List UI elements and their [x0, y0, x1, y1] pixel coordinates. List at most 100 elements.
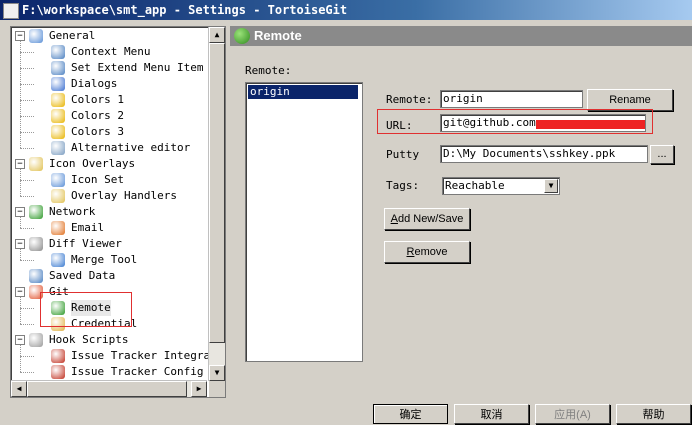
- chevron-down-icon[interactable]: ▼: [544, 179, 558, 193]
- scroll-up-arrow-icon[interactable]: ▲: [209, 27, 225, 43]
- tree-item-saved-data[interactable]: Saved Data: [11, 268, 207, 284]
- tree-item-colors-3[interactable]: Colors 3: [11, 124, 207, 140]
- collapse-toggle-icon[interactable]: −: [15, 335, 25, 345]
- tree-item-label: Diff Viewer: [49, 237, 122, 250]
- putty-key-input[interactable]: D:\My Documents\sshkey.ppk: [440, 145, 648, 163]
- ok-button[interactable]: 确定: [373, 404, 448, 424]
- rename-button[interactable]: Rename: [587, 89, 673, 111]
- bug-icon: [51, 349, 65, 363]
- tree-item-label: Network: [49, 205, 96, 218]
- tree-connector: [20, 132, 34, 133]
- tree-connector: [20, 84, 34, 85]
- remove-button[interactable]: Remove: [384, 241, 470, 263]
- scroll-corner: [209, 381, 225, 397]
- tree-item-label: Set Extend Menu Item: [71, 61, 204, 74]
- scroll-right-arrow-icon[interactable]: ▶: [191, 381, 207, 397]
- remote-list-item[interactable]: origin: [248, 85, 358, 99]
- title-bar: F:\workspace\smt_app - Settings - Tortoi…: [0, 0, 692, 20]
- tree-item-general[interactable]: − General: [11, 28, 207, 44]
- tree-item-label: Colors 3: [71, 125, 124, 138]
- redaction-mark: [536, 120, 645, 129]
- h-scroll-thumb[interactable]: [27, 381, 187, 397]
- tree-item-label: Icon Overlays: [49, 157, 136, 170]
- help-button[interactable]: 帮助: [616, 404, 691, 424]
- tree-item-issue-tracker-config[interactable]: Issue Tracker Config: [11, 364, 207, 380]
- tags-select[interactable]: Reachable ▼: [442, 177, 560, 195]
- globe-icon: [234, 28, 250, 44]
- tree-connector: [20, 196, 34, 197]
- putty-label: Putty: [386, 148, 420, 161]
- scroll-thumb[interactable]: [209, 43, 225, 343]
- tree-item-icon-set[interactable]: Icon Set: [11, 172, 207, 188]
- remote-list[interactable]: origin: [245, 82, 363, 362]
- tree-connector: [20, 228, 34, 229]
- tree-connector: [20, 324, 34, 325]
- collapse-toggle-icon[interactable]: −: [15, 207, 25, 217]
- remove-label: emove: [414, 246, 448, 258]
- paint-brush-icon: [51, 109, 65, 123]
- settings-tree[interactable]: Issue Tracker Config Issue Tracker Integr…: [10, 26, 226, 398]
- add-new-save-button[interactable]: Add New/Save: [384, 208, 470, 230]
- tortoisegit-app-icon: [3, 3, 19, 19]
- annotation-box-remote: [40, 292, 132, 327]
- tree-connector: [20, 100, 34, 101]
- tree-item-issue-tracker-integrat[interactable]: Issue Tracker Integrat: [11, 348, 217, 364]
- tree-connector: [20, 260, 34, 261]
- tree-item-label: Issue Tracker Integrat: [71, 349, 217, 362]
- scroll-left-arrow-icon[interactable]: ◀: [11, 381, 27, 397]
- bug-icon: [51, 365, 65, 379]
- folder-icon: [29, 157, 43, 171]
- gear-icon: [51, 61, 65, 75]
- tree-item-label: Colors 1: [71, 93, 124, 106]
- tree-connector: [20, 308, 34, 309]
- tags-select-value: Reachable: [445, 179, 505, 192]
- remote-name-input[interactable]: origin: [440, 90, 583, 108]
- collapse-toggle-icon[interactable]: −: [15, 287, 25, 297]
- tree-connector: [20, 148, 34, 149]
- url-label: URL:: [386, 119, 413, 132]
- url-value: git@github.com:: [443, 116, 543, 129]
- collapse-toggle-icon[interactable]: −: [15, 159, 25, 169]
- merge-icon: [51, 253, 65, 267]
- cancel-button[interactable]: 取消: [454, 404, 529, 424]
- diff-icon: [29, 237, 43, 251]
- collapse-toggle-icon[interactable]: −: [15, 31, 25, 41]
- icon-set-icon: [51, 173, 65, 187]
- scroll-down-arrow-icon[interactable]: ▼: [209, 365, 225, 381]
- tree-item-context-menu[interactable]: Context Menu: [11, 44, 207, 60]
- add-new-save-mnemonic: A: [390, 213, 398, 225]
- tree-item-alternative-editor[interactable]: Alternative editor: [11, 140, 207, 156]
- wrench-icon: [29, 29, 43, 43]
- tree-item-hook-scripts[interactable]: − Hook Scripts: [11, 332, 207, 348]
- tree-item-label: Hook Scripts: [49, 333, 129, 346]
- tree-item-label: Dialogs: [71, 77, 118, 90]
- tree-item-dialogs[interactable]: Dialogs: [11, 76, 207, 92]
- tree-item-set-extend-menu-item[interactable]: Set Extend Menu Item: [11, 60, 207, 76]
- url-input[interactable]: git@github.com:: [440, 114, 646, 132]
- tree-horizontal-scrollbar[interactable]: ◀ ▶: [11, 380, 207, 397]
- tree-item-overlay-handlers[interactable]: Overlay Handlers: [11, 188, 207, 204]
- tree-item-diff-viewer[interactable]: − Diff Viewer: [11, 236, 207, 252]
- tags-label: Tags:: [386, 179, 420, 192]
- tree-item-label: Icon Set: [71, 173, 124, 186]
- collapse-toggle-icon[interactable]: −: [15, 239, 25, 249]
- tree-connector: [20, 356, 34, 357]
- tree-item-email[interactable]: Email: [11, 220, 207, 236]
- tree-item-network[interactable]: − Network: [11, 204, 207, 220]
- tree-item-label: General: [49, 29, 96, 42]
- tree-item-colors-2[interactable]: Colors 2: [11, 108, 207, 124]
- browse-button[interactable]: ...: [650, 145, 674, 164]
- tree-connector: [20, 372, 34, 373]
- tree-vertical-scrollbar[interactable]: ▲ ▼: [208, 27, 225, 381]
- tree-item-label: Saved Data: [49, 269, 116, 282]
- tree-item-label: Alternative editor: [71, 141, 191, 154]
- folder-icon: [51, 189, 65, 203]
- tree-item-colors-1[interactable]: Colors 1: [11, 92, 207, 108]
- remote-list-label: Remote:: [245, 64, 292, 77]
- tree-item-merge-tool[interactable]: Merge Tool: [11, 252, 207, 268]
- apply-button[interactable]: 应用(A): [535, 404, 610, 424]
- panel-title: Remote: [254, 28, 302, 43]
- magnifier-icon: [51, 141, 65, 155]
- tree-item-icon-overlays[interactable]: − Icon Overlays: [11, 156, 207, 172]
- tree-connector: [20, 180, 34, 181]
